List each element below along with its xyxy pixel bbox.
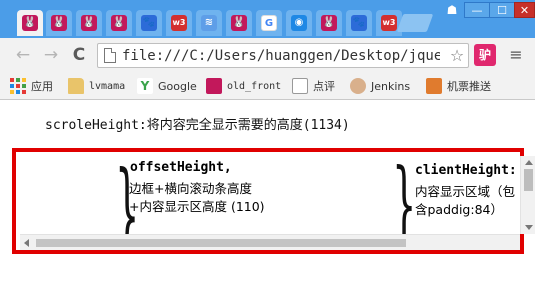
tab-6[interactable]: w3 bbox=[166, 10, 192, 36]
bookmark-label: 机票推送 bbox=[447, 80, 491, 93]
vertical-scrollbar[interactable] bbox=[520, 156, 535, 234]
scroll-down-arrow-icon[interactable] bbox=[525, 225, 533, 230]
google-icon: G bbox=[261, 15, 277, 31]
offset-height-line1: 边框+横向滚动条高度 bbox=[129, 181, 252, 196]
rabbit-icon: 🐰 bbox=[81, 15, 97, 31]
page-content: scroleHeight:将内容完全显示需要的高度(1134) } offset… bbox=[0, 101, 535, 307]
page-icon bbox=[104, 48, 116, 63]
browser-toolbar: ← → C file:///C:/Users/huanggen/Desktop/… bbox=[0, 38, 535, 72]
right-brace: } bbox=[392, 156, 417, 246]
tab-3[interactable]: 🐰 bbox=[76, 10, 102, 36]
user-icon[interactable]: ☗ bbox=[442, 2, 462, 18]
bookmarks-bar: 应用 lvmama Y Google old_front 点评 Jenkins … bbox=[0, 72, 535, 100]
client-height-line2: 含paddig:84） bbox=[415, 202, 503, 217]
bookmark-star-icon[interactable]: ☆ bbox=[448, 46, 466, 66]
paw-icon: 🐾 bbox=[141, 15, 157, 31]
forward-button[interactable]: → bbox=[40, 44, 62, 66]
bookmark-dianping[interactable]: 点评 bbox=[292, 77, 335, 95]
close-button[interactable]: ✕ bbox=[514, 2, 535, 18]
bookmark-label: Jenkins bbox=[371, 79, 411, 93]
maximize-button[interactable]: ☐ bbox=[489, 2, 515, 18]
tab-7[interactable]: ≋ bbox=[196, 10, 222, 36]
bookmark-flight-push[interactable]: 机票推送 bbox=[426, 77, 491, 95]
tab-5[interactable]: 🐾 bbox=[136, 10, 162, 36]
tab-4[interactable]: 🐰 bbox=[106, 10, 132, 36]
tab-2[interactable]: 🐰 bbox=[46, 10, 72, 36]
rabbit-icon: 🐰 bbox=[231, 15, 247, 31]
bookmark-label: 应用 bbox=[31, 80, 53, 93]
bookmark-old-front[interactable]: old_front bbox=[206, 77, 281, 95]
flight-icon bbox=[426, 78, 442, 94]
jenkins-icon bbox=[350, 78, 366, 94]
chromium-icon: ≋ bbox=[201, 15, 217, 31]
tab-11[interactable]: 🐰 bbox=[316, 10, 342, 36]
minimize-button[interactable]: — bbox=[464, 2, 490, 18]
extension-icon[interactable]: 驴 bbox=[474, 44, 496, 66]
cloud-icon: ◉ bbox=[291, 15, 307, 31]
rabbit-icon: 🐰 bbox=[111, 15, 127, 31]
client-height-title: clientHeight: bbox=[415, 163, 516, 178]
tab-9[interactable]: G bbox=[256, 10, 282, 36]
offset-height-line2: +内容显示区高度 (110) bbox=[129, 199, 265, 214]
tab-13[interactable]: w3 bbox=[376, 10, 402, 36]
rabbit-icon bbox=[206, 78, 222, 94]
scroll-up-arrow-icon[interactable] bbox=[525, 160, 533, 165]
tab-10[interactable]: ◉ bbox=[286, 10, 312, 36]
w3-icon: w3 bbox=[381, 15, 397, 31]
new-tab-button[interactable] bbox=[396, 14, 434, 32]
rabbit-icon: 🐰 bbox=[321, 15, 337, 31]
offset-height-title: offsetHeight, bbox=[130, 160, 232, 175]
folder-icon bbox=[68, 78, 84, 94]
bookmark-label: Google bbox=[158, 79, 197, 93]
w3-icon: w3 bbox=[171, 15, 187, 31]
tab-1[interactable]: 🐰 bbox=[17, 10, 43, 36]
menu-icon[interactable]: ≡ bbox=[506, 44, 526, 66]
tab-strip: 🐰 🐰 🐰 🐰 🐾 w3 ≋ 🐰 G ◉ 🐰 🐾 w3 ☗ — ☐ bbox=[0, 0, 535, 38]
url-field[interactable]: file:///C:/Users/huanggen/Desktop/jquer bbox=[122, 46, 440, 66]
bookmark-apps[interactable]: 应用 bbox=[10, 77, 53, 95]
bookmark-label: 点评 bbox=[313, 80, 335, 93]
bookmark-jenkins[interactable]: Jenkins bbox=[350, 77, 410, 95]
address-bar[interactable]: file:///C:/Users/huanggen/Desktop/jquer … bbox=[97, 43, 469, 68]
bookmark-lvmama[interactable]: lvmama bbox=[68, 77, 125, 95]
document-icon bbox=[292, 78, 308, 94]
yandex-icon: Y bbox=[137, 78, 153, 94]
paw-icon: 🐾 bbox=[351, 15, 367, 31]
back-button[interactable]: ← bbox=[12, 44, 34, 66]
bookmark-google[interactable]: Y Google bbox=[137, 77, 197, 95]
horizontal-scroll-thumb[interactable] bbox=[36, 239, 406, 247]
apps-icon bbox=[10, 78, 26, 94]
scroll-height-label: scroleHeight:将内容完全显示需要的高度(1134) bbox=[45, 118, 350, 133]
bookmark-label: lvmama bbox=[89, 80, 126, 92]
horizontal-scrollbar[interactable] bbox=[20, 234, 520, 250]
bookmark-label: old_front bbox=[227, 80, 282, 92]
rabbit-icon: 🐰 bbox=[22, 15, 38, 31]
rabbit-icon: 🐰 bbox=[51, 15, 67, 31]
vertical-scroll-thumb[interactable] bbox=[524, 169, 533, 191]
tab-12[interactable]: 🐾 bbox=[346, 10, 372, 36]
scroll-left-arrow-icon[interactable] bbox=[24, 239, 29, 247]
reload-button[interactable]: C bbox=[68, 44, 90, 66]
highlight-box: } offsetHeight, 边框+横向滚动条高度 +内容显示区高度 (110… bbox=[12, 148, 535, 254]
client-height-line1: 内容显示区域（包 bbox=[415, 184, 516, 199]
tab-8[interactable]: 🐰 bbox=[226, 10, 252, 36]
scrollable-region[interactable]: } offsetHeight, 边框+横向滚动条高度 +内容显示区高度 (110… bbox=[20, 156, 516, 246]
